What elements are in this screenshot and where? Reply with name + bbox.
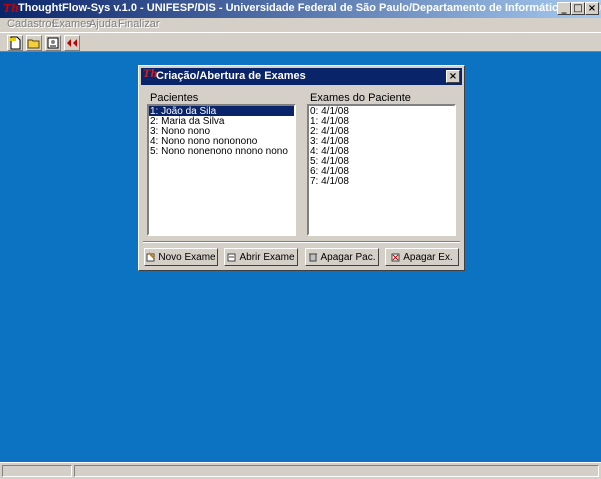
open-folder-button[interactable] <box>26 35 42 51</box>
menu-bar: Cadastros Exames Ajuda Finalizar <box>0 18 601 32</box>
dialog-divider <box>143 241 460 243</box>
new-exam-icon <box>146 252 156 262</box>
patient-list-item[interactable]: 2: Maria da Silva <box>149 116 294 127</box>
dialog-title: Criação/Abertura de Exames <box>156 70 306 82</box>
maximize-button[interactable]: □ <box>571 2 585 15</box>
new-document-icon <box>10 36 21 50</box>
exam-list-item[interactable]: 2: 4/1/08 <box>309 126 454 137</box>
exams-list[interactable]: 0: 4/1/08 1: 4/1/08 2: 4/1/08 3: 4/1/08 … <box>307 104 456 236</box>
exit-arrows-icon <box>67 39 77 47</box>
menu-exames[interactable]: Exames <box>52 18 92 30</box>
patient-list-item[interactable]: 1: João da Sila <box>149 106 294 117</box>
status-bar <box>0 462 601 479</box>
status-panel-1 <box>2 465 72 477</box>
patients-list[interactable]: 1: João da Sila 2: Maria da Silva 3: Non… <box>147 104 296 236</box>
toolbar <box>0 32 601 52</box>
patient-record-button[interactable] <box>45 35 61 51</box>
patient-record-icon <box>47 37 59 49</box>
new-document-button[interactable] <box>7 35 23 51</box>
exam-list-item[interactable]: 4: 4/1/08 <box>309 146 454 157</box>
close-button[interactable]: × <box>585 2 599 15</box>
exit-button[interactable] <box>64 35 80 51</box>
app-logo-icon: Th <box>3 2 20 15</box>
delete-patient-label: Apagar Pac. <box>320 251 376 263</box>
exam-list-item[interactable]: 7: 4/1/08 <box>309 176 454 187</box>
patient-list-item[interactable]: 4: Nono nono nononono <box>149 136 294 147</box>
dialog-titlebar[interactable]: Th Criação/Abertura de Exames × <box>141 68 462 85</box>
open-folder-icon <box>27 39 40 49</box>
exam-list-item[interactable]: 5: 4/1/08 <box>309 156 454 167</box>
delete-exam-icon <box>391 253 400 262</box>
menu-finalizar[interactable]: Finalizar <box>118 18 160 30</box>
patient-list-item[interactable]: 3: Nono nono <box>149 126 294 137</box>
exam-list-item[interactable]: 0: 4/1/08 <box>309 106 454 117</box>
delete-exam-button[interactable]: Apagar Ex. <box>385 248 459 266</box>
menu-cadastros[interactable]: Cadastros <box>7 18 57 30</box>
status-panel-2 <box>74 465 599 477</box>
open-exam-button[interactable]: Abrir Exame <box>224 248 298 266</box>
open-exam-icon <box>227 253 236 262</box>
minimize-button[interactable]: _ <box>557 2 571 15</box>
delete-patient-button[interactable]: Apagar Pac. <box>305 248 379 266</box>
exam-list-item[interactable]: 6: 4/1/08 <box>309 166 454 177</box>
patients-label: Pacientes <box>150 92 199 104</box>
window-title: ThoughtFlow-Sys v.1.0 - UNIFESP/DIS - Un… <box>18 2 601 14</box>
menu-ajuda[interactable]: Ajuda <box>89 18 117 30</box>
open-exam-label: Abrir Exame <box>239 251 295 263</box>
patient-list-item[interactable]: 5: Nono nonenono nnono nono <box>149 146 294 157</box>
exams-label: Exames do Paciente <box>310 92 411 104</box>
exams-dialog: Th Criação/Abertura de Exames × Paciente… <box>138 65 465 271</box>
new-exam-button[interactable]: Novo Exame <box>144 248 218 266</box>
exam-list-item[interactable]: 3: 4/1/08 <box>309 136 454 147</box>
new-exam-label: Novo Exame <box>158 251 216 263</box>
dialog-close-button[interactable]: × <box>446 70 460 83</box>
app-titlebar[interactable]: Th ThoughtFlow-Sys v.1.0 - UNIFESP/DIS -… <box>0 0 601 18</box>
exam-list-item[interactable]: 1: 4/1/08 <box>309 116 454 127</box>
delete-patient-icon <box>309 253 318 262</box>
delete-exam-label: Apagar Ex. <box>403 251 453 263</box>
